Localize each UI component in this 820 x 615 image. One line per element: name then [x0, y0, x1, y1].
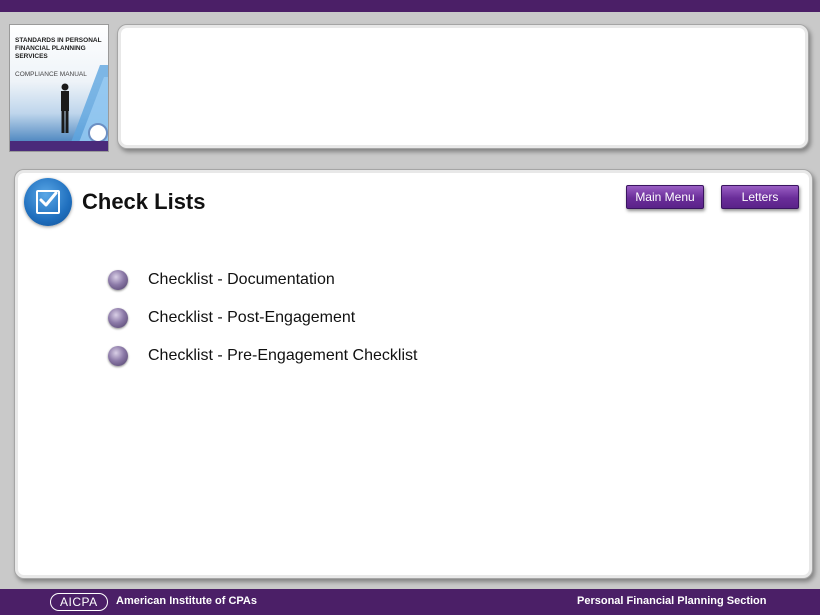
checkbox-icon	[24, 178, 72, 226]
letters-button[interactable]: Letters	[721, 185, 799, 209]
bullet-icon	[108, 270, 128, 290]
page-title: Check Lists	[82, 189, 206, 214]
bullet-icon	[108, 308, 128, 328]
content-panel	[14, 169, 813, 579]
person-icon	[61, 83, 69, 133]
compliance-manual-cover: STANDARDS IN PERSONAL FINANCIAL PLANNING…	[9, 24, 109, 152]
organization-name: American Institute of CPAs	[116, 595, 257, 607]
checklist-item-label[interactable]: Checklist - Post-Engagement	[148, 309, 355, 327]
header-panel	[117, 24, 809, 149]
seal-icon	[88, 123, 108, 143]
checklist-item-label[interactable]: Checklist - Pre-Engagement Checklist	[148, 347, 417, 365]
cover-title: STANDARDS IN PERSONAL FINANCIAL PLANNING…	[15, 37, 102, 60]
aicpa-logo: AICPA	[50, 593, 108, 611]
main-menu-button[interactable]: Main Menu	[626, 185, 704, 209]
checklist-item-label[interactable]: Checklist - Documentation	[148, 271, 335, 289]
bullet-icon	[108, 346, 128, 366]
section-name: Personal Financial Planning Section	[577, 595, 767, 607]
top-bar	[0, 0, 820, 12]
cover-footer-band	[10, 141, 108, 151]
footer-bar: AICPA American Institute of CPAs Persona…	[0, 589, 820, 615]
